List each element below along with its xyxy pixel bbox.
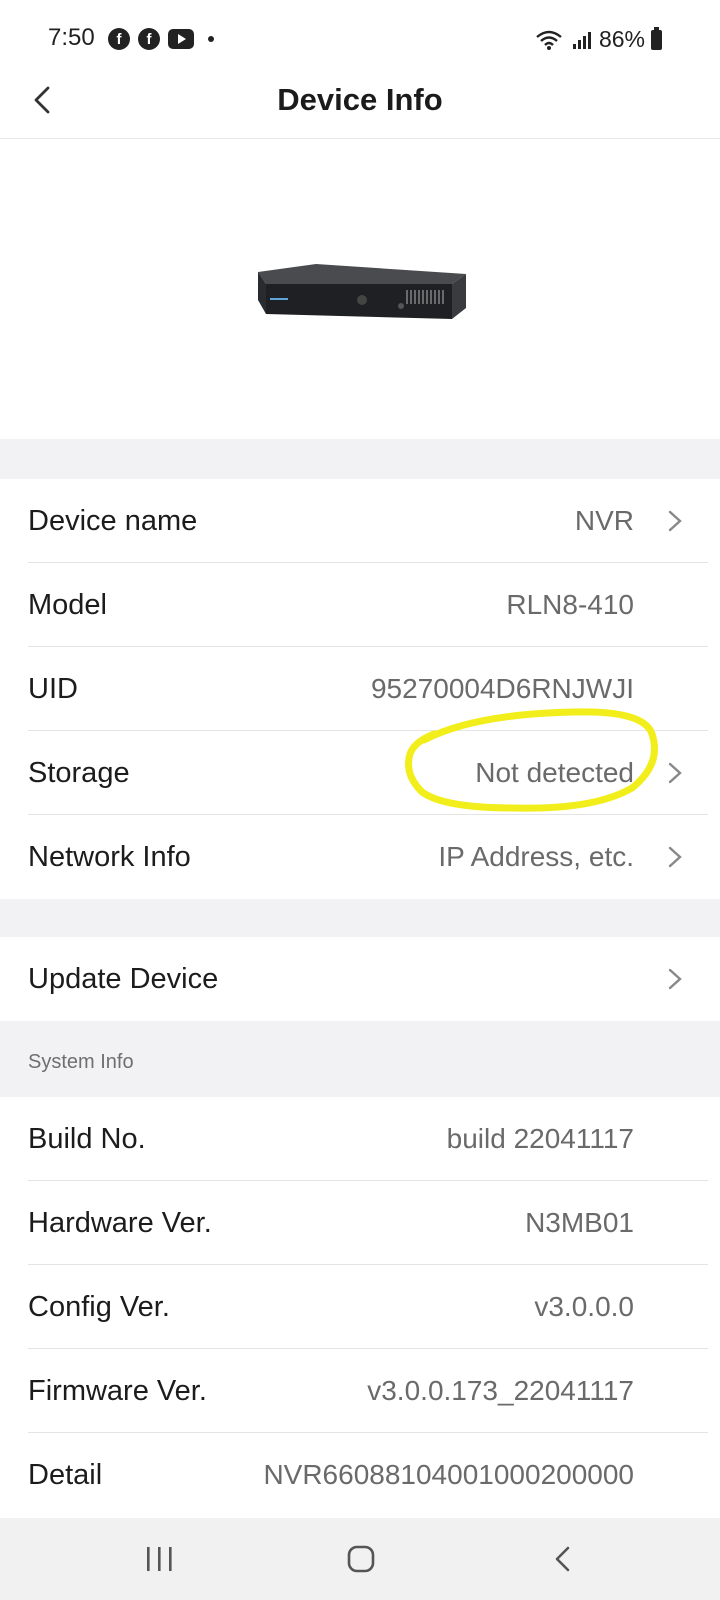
- row-label: Build No.: [28, 1123, 146, 1155]
- device-name-row[interactable]: Device name NVR: [0, 479, 720, 563]
- model-row: Model RLN8-410: [0, 563, 720, 647]
- row-label: Detail: [28, 1459, 103, 1491]
- row-value: NVR660881040010002​00000: [263, 1459, 634, 1490]
- row-value: v3.0.0.0: [534, 1291, 634, 1322]
- row-value: Not detected: [475, 757, 634, 788]
- app-header: Device Info: [0, 80, 720, 139]
- row-value: build 22041117: [446, 1123, 634, 1154]
- row-label: Config Ver.: [28, 1291, 170, 1323]
- facebook-icon: f: [108, 28, 130, 50]
- system-navigation-bar: [0, 1518, 720, 1600]
- status-indicators: 86%: [535, 26, 662, 53]
- recent-apps-icon[interactable]: [142, 1546, 178, 1572]
- system-info-header: System Info: [0, 1021, 720, 1097]
- device-image-area: [0, 139, 720, 439]
- signal-icon: [572, 31, 591, 49]
- firmware-ver-row: Firmware Ver. v3.0.0.173_22041117: [0, 1349, 720, 1433]
- status-time: 7:50: [48, 24, 95, 51]
- update-device-row[interactable]: Update Device: [0, 937, 720, 1021]
- row-label: Network Info: [28, 841, 191, 873]
- youtube-icon: [168, 29, 194, 49]
- row-label: Device name: [28, 505, 198, 537]
- section-label: System Info: [28, 1051, 134, 1073]
- back-icon[interactable]: [548, 1544, 578, 1574]
- storage-row[interactable]: Storage Not detected: [0, 731, 720, 815]
- battery-icon: [651, 26, 662, 50]
- hardware-ver-row: Hardware Ver. N3MB01: [0, 1181, 720, 1265]
- row-label: Storage: [28, 757, 130, 789]
- row-label: Hardware Ver.: [28, 1207, 212, 1239]
- chevron-right-icon: [668, 846, 682, 868]
- row-value: NVR: [574, 505, 634, 536]
- more-notifications-dot-icon: [208, 36, 214, 42]
- section-gap: [0, 439, 720, 479]
- uid-row: UID 95270004D6RNJWJI: [0, 647, 720, 731]
- page-title: Device Info: [277, 82, 443, 117]
- row-label: Update Device: [28, 963, 219, 995]
- row-value: RLN8-410: [506, 589, 634, 620]
- row-label: UID: [28, 673, 78, 705]
- section-gap: [0, 899, 720, 937]
- chevron-right-icon: [668, 510, 682, 532]
- row-value: v3.0.0.173_22041117: [367, 1375, 634, 1406]
- facebook-icon: f: [138, 28, 160, 50]
- network-info-row[interactable]: Network Info IP Address, etc.: [0, 815, 720, 899]
- wifi-icon: [536, 30, 562, 50]
- row-value: 95270004D6RNJWJI: [370, 673, 634, 704]
- battery-percentage: 86%: [598, 26, 645, 52]
- row-value: IP Address, etc.: [438, 841, 634, 872]
- notification-icons: f f: [108, 28, 214, 50]
- chevron-right-icon: [668, 968, 682, 990]
- home-icon[interactable]: [346, 1544, 376, 1574]
- chevron-right-icon: [668, 762, 682, 784]
- row-value: N3MB01: [525, 1207, 634, 1238]
- nvr-device-image: [258, 264, 466, 319]
- config-ver-row: Config Ver. v3.0.0.0: [0, 1265, 720, 1349]
- build-no-row: Build No. build 22041117: [0, 1097, 720, 1181]
- status-bar: 7:50 f f 86%: [0, 0, 720, 80]
- detail-row: Detail NVR660881040010002​00000: [0, 1433, 720, 1517]
- row-label: Model: [28, 589, 107, 621]
- row-label: Firmware Ver.: [28, 1375, 207, 1407]
